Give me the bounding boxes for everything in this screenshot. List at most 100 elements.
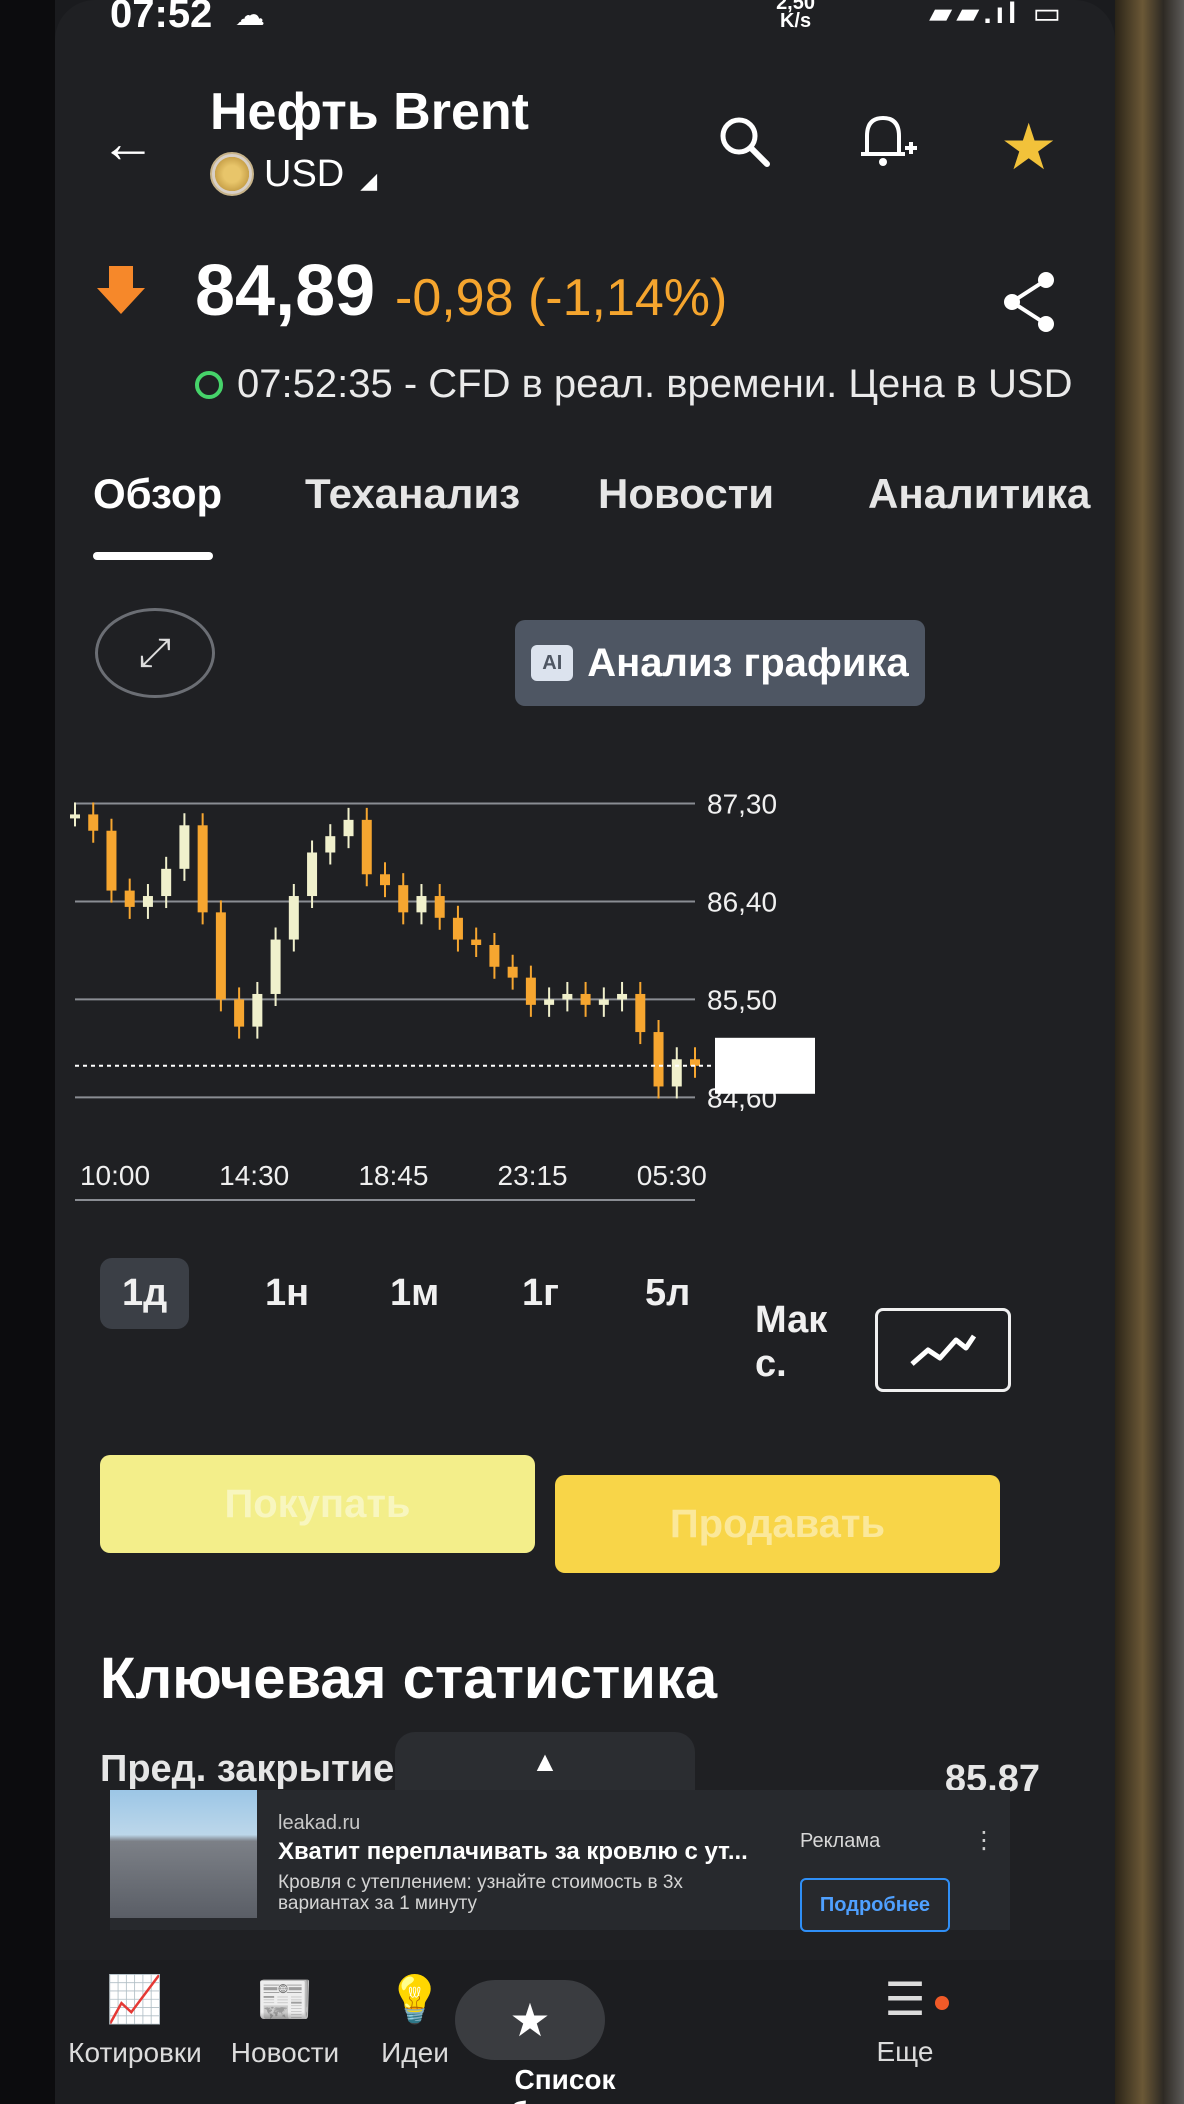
price-chart[interactable]: 87,3086,4085,5084,6010:00 14:30 18:45 23:15…: [55, 740, 1115, 1260]
period-1m[interactable]: 1м: [390, 1272, 439, 1315]
x-tick-label: 05:30: [637, 1160, 707, 1191]
news-icon: 📰: [256, 1973, 314, 2025]
candle-body: [617, 993, 628, 1000]
bottom-navigation: 📈 Котировки 📰 Новости 💡 Идеи ★ Список на…: [55, 1960, 1115, 2104]
price-down-arrow-icon: [97, 266, 145, 314]
add-alert-bell-icon[interactable]: [855, 110, 919, 183]
candle-body: [161, 868, 172, 897]
cloud-icon: ☁: [235, 0, 265, 32]
period-5y[interactable]: 5л: [645, 1272, 690, 1315]
candle-body: [635, 993, 646, 1033]
candle-body: [671, 1059, 682, 1087]
candle-body: [452, 917, 463, 940]
current-price-marker: [715, 1037, 815, 1094]
nav-more-label: Еще: [876, 2036, 934, 2067]
candle-body: [124, 890, 135, 907]
realtime-text: 07:52:35 - CFD в реал. времени. Цена в U…: [237, 362, 1073, 406]
tab-analytics[interactable]: Аналитика: [868, 470, 1090, 518]
tab-technical[interactable]: Теханализ: [305, 470, 520, 518]
x-tick-label: 23:15: [498, 1160, 568, 1191]
instrument-header: ← Нефть Brent USD ◢ ★: [55, 70, 1115, 200]
candle-body: [380, 874, 390, 886]
period-1w[interactable]: 1н: [265, 1272, 309, 1315]
candle-body: [343, 819, 354, 837]
instrument-title: Нефть Brent: [210, 83, 529, 141]
favorite-star-icon[interactable]: ★: [1000, 110, 1057, 185]
device-bezel-left: [0, 0, 55, 2104]
period-1d[interactable]: 1д: [100, 1258, 190, 1329]
line-chart-icon: [910, 1334, 977, 1366]
currency-label: USD: [264, 152, 345, 195]
sell-button[interactable]: Продавать: [555, 1475, 1000, 1573]
nav-more[interactable]: ☰ Еще: [845, 1972, 965, 2068]
more-options-icon[interactable]: ⋮: [972, 1826, 996, 1855]
x-tick-label: 10:00: [80, 1160, 150, 1191]
candle-body: [434, 896, 445, 918]
key-statistics-title: Ключевая статистика: [100, 1646, 718, 1711]
candle-body: [325, 836, 336, 853]
prev-close-label: Пред. закрытие: [100, 1748, 395, 1790]
buy-button[interactable]: Покупать: [100, 1455, 535, 1553]
status-time: 07:52: [110, 0, 213, 36]
period-max[interactable]: Мак с.: [755, 1298, 827, 1386]
clock-icon: [195, 370, 223, 399]
back-arrow-icon[interactable]: ←: [100, 115, 156, 171]
y-tick-label: 85,50: [707, 984, 777, 1015]
candle-body: [653, 1032, 664, 1087]
candle-body: [270, 939, 281, 994]
candle-body: [598, 999, 609, 1005]
candle-body: [288, 896, 299, 940]
ai-button-label: Анализ графика: [587, 640, 909, 685]
flag-icon: [210, 152, 254, 196]
candle-body: [398, 885, 409, 913]
share-icon[interactable]: [1000, 270, 1060, 348]
candle-body: [471, 939, 482, 945]
period-1y[interactable]: 1г: [522, 1272, 559, 1315]
ad-more-button[interactable]: Подробнее: [800, 1878, 950, 1932]
search-icon[interactable]: [715, 112, 773, 183]
ad-label: Реклама: [800, 1830, 881, 1852]
candle-body: [507, 966, 518, 978]
price-change: -0,98 (-1,14%): [395, 269, 728, 327]
currency-selector[interactable]: USD ◢: [210, 152, 377, 196]
signal-battery-icons: ▰▰.ıl ▭: [929, 0, 1065, 30]
candle-body: [416, 896, 427, 913]
nav-quotes[interactable]: 📈 Котировки: [65, 1972, 205, 2069]
nav-news[interactable]: 📰 Новости: [215, 1972, 355, 2069]
nav-watchlist[interactable]: Список наблюдения: [435, 2064, 695, 2104]
nav-quotes-label: Котировки: [68, 2037, 202, 2068]
app-screen: 07:52 ☁ 2,50 K/s ▰▰.ıl ▭ ← Нефть Brent US…: [55, 0, 1115, 2104]
period-selector: 1д 1н 1м 1г 5л Мак с.: [55, 1258, 1115, 1392]
candle-body: [197, 825, 208, 913]
candle-body: [106, 830, 117, 891]
ai-icon: AI: [531, 645, 574, 681]
candle-body: [562, 993, 573, 1000]
ai-chart-analysis-button[interactable]: AI Анализ графика: [515, 620, 925, 706]
candle-body: [88, 814, 99, 831]
collapse-chevron-icon[interactable]: ▲: [395, 1732, 695, 1794]
status-bar: 07:52 ☁ 2,50 K/s ▰▰.ıl ▭: [55, 0, 1115, 40]
y-tick-label: 86,40: [707, 886, 777, 917]
caret-icon: ◢: [360, 168, 378, 193]
ad-domain: leakad.ru: [278, 1812, 361, 1834]
ad-headline: Хватит переплачивать за кровлю с ут...: [278, 1838, 748, 1865]
active-tab-indicator: [93, 552, 213, 560]
candle-body: [489, 945, 500, 967]
candle-body: [252, 993, 263, 1027]
ad-text: Кровля с утеплением: узнайте стоимость в…: [278, 1872, 683, 1914]
chart-type-button[interactable]: [875, 1308, 1011, 1392]
device-bezel-right: [1115, 0, 1184, 2104]
tab-overview[interactable]: Обзор: [93, 470, 222, 518]
candle-body: [215, 912, 226, 1000]
last-price: 84,89: [195, 251, 376, 331]
expand-chart-icon[interactable]: ⤢: [95, 608, 215, 698]
quotes-icon: 📈: [106, 1973, 164, 2025]
candle-body: [525, 977, 536, 1005]
candle-body: [179, 825, 190, 869]
realtime-info: 07:52:35 - CFD в реал. времени. Цена в U…: [195, 362, 1073, 407]
ad-banner[interactable]: leakad.ru Хватит переплачивать за кровлю…: [110, 1790, 1010, 1932]
price-row: 84,89 -0,98 (-1,14%): [55, 250, 1115, 332]
watchlist-star-icon[interactable]: ★: [455, 1980, 605, 2060]
tab-news[interactable]: Новости: [598, 470, 774, 518]
candle-body: [307, 852, 318, 897]
